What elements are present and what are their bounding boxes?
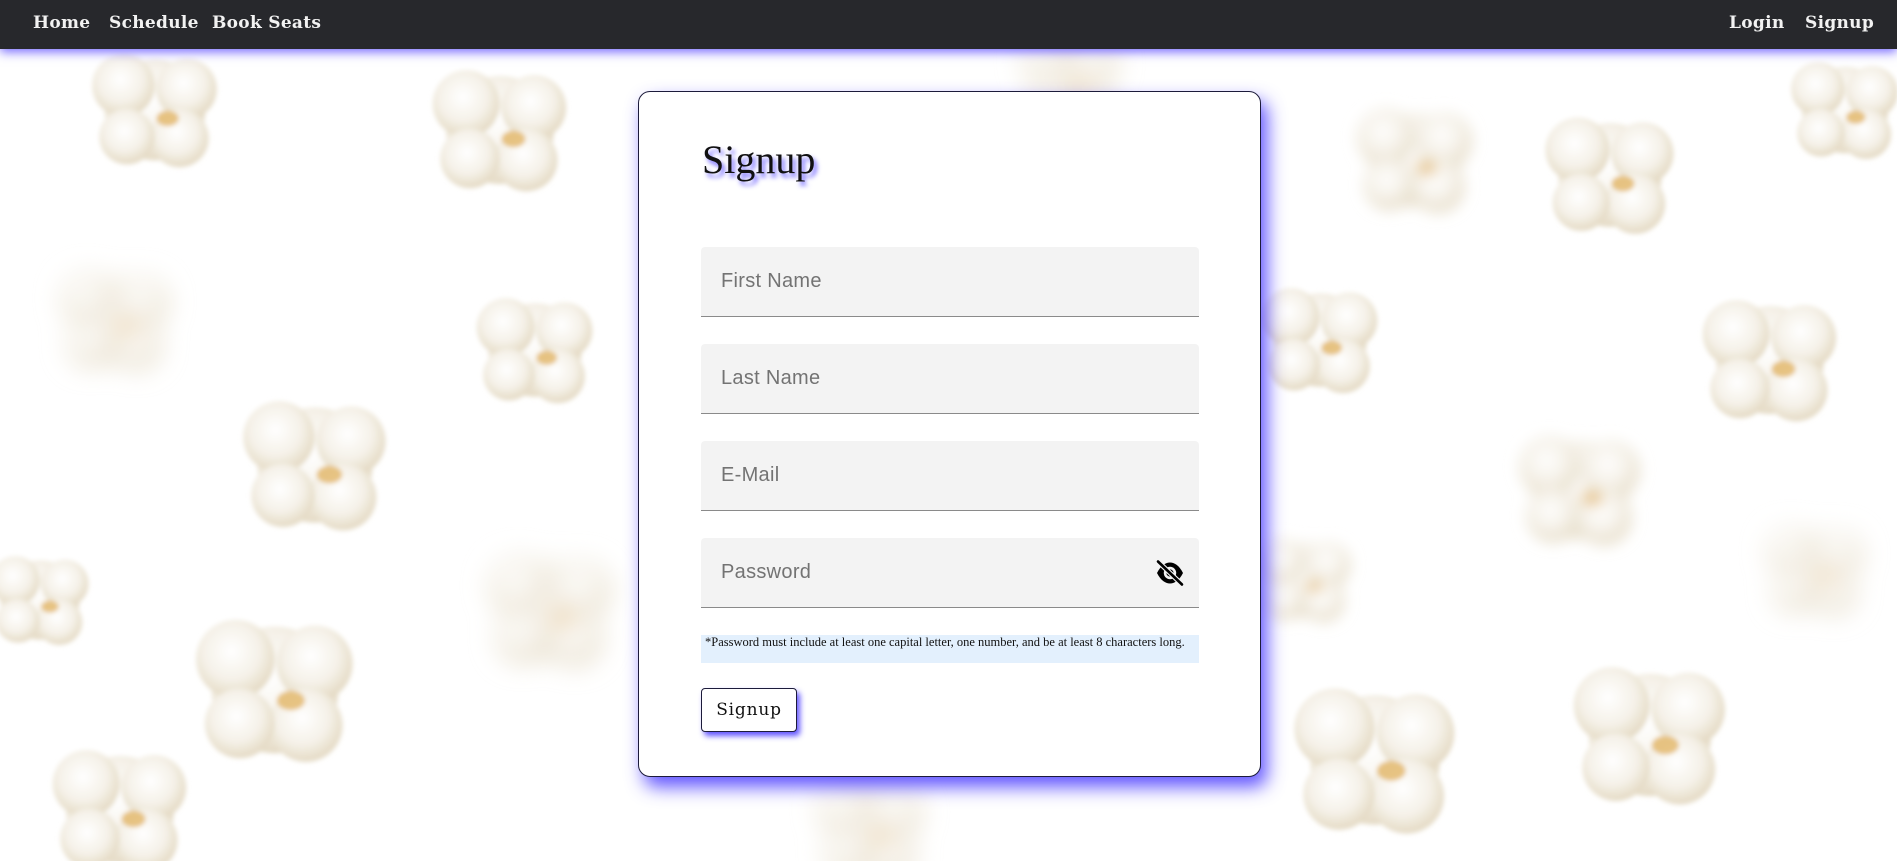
popcorn-kernel xyxy=(1258,538,1351,623)
first-name-input[interactable] xyxy=(701,247,1199,316)
popcorn-kernel xyxy=(432,70,567,192)
popcorn-kernel xyxy=(196,619,353,762)
nav-home-link[interactable]: Home xyxy=(33,13,90,33)
popcorn-kernel xyxy=(92,54,217,168)
popcorn-kernel xyxy=(487,554,612,668)
password-hint: *Password must include at least one capi… xyxy=(701,635,1199,663)
popcorn-kernel xyxy=(1519,435,1640,546)
popcorn-kernel xyxy=(1765,526,1864,615)
last-name-field xyxy=(701,344,1199,414)
signup-submit-button[interactable]: Signup xyxy=(701,688,797,732)
last-name-input[interactable] xyxy=(701,344,1199,413)
top-navbar: Home Schedule Book Seats Login Signup xyxy=(0,0,1897,49)
popcorn-kernel xyxy=(0,556,89,645)
password-field xyxy=(701,538,1199,608)
popcorn-kernel xyxy=(816,782,923,861)
popcorn-kernel xyxy=(1573,667,1725,805)
popcorn-kernel xyxy=(1545,117,1674,234)
popcorn-kernel xyxy=(52,750,187,861)
signup-title: Signup xyxy=(702,137,816,182)
password-input[interactable] xyxy=(701,538,1199,607)
nav-login-link[interactable]: Login xyxy=(1729,13,1785,33)
email-input[interactable] xyxy=(701,441,1199,510)
nav-signup-link[interactable]: Signup xyxy=(1805,13,1874,33)
signup-card: Signup *Password must include at least o… xyxy=(638,91,1261,777)
nav-schedule-link[interactable]: Schedule xyxy=(109,13,199,33)
popcorn-kernel xyxy=(1702,300,1837,422)
popcorn-kernel xyxy=(243,401,386,531)
popcorn-kernel xyxy=(476,298,593,404)
email-field xyxy=(701,441,1199,511)
popcorn-kernel xyxy=(59,270,170,371)
nav-book-seats-link[interactable]: Book Seats xyxy=(212,13,321,33)
popcorn-kernel xyxy=(1791,62,1897,160)
popcorn-kernel xyxy=(1356,108,1473,214)
eye-slash-icon[interactable] xyxy=(1155,559,1185,587)
popcorn-kernel xyxy=(1261,288,1378,394)
first-name-field xyxy=(701,247,1199,317)
popcorn-kernel xyxy=(1294,688,1455,834)
